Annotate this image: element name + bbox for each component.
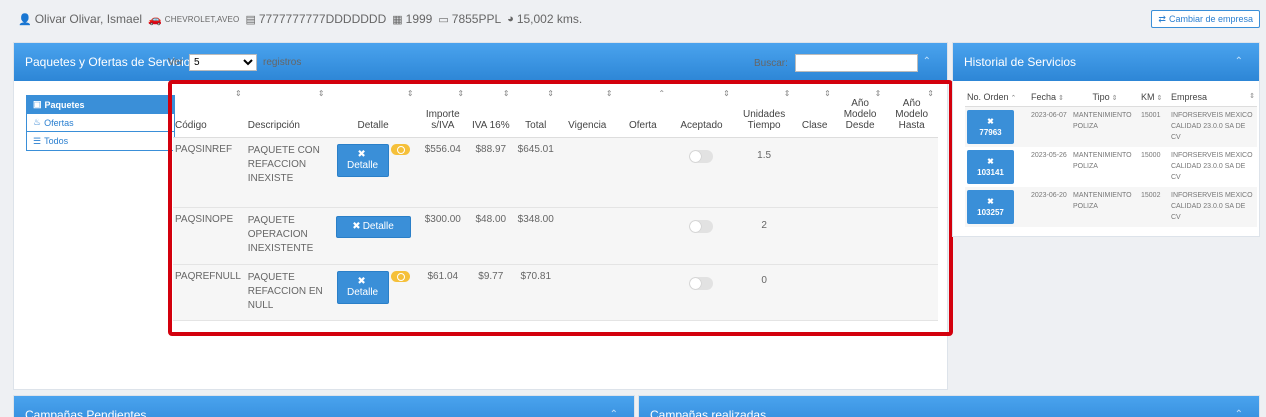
hist-cell-empresa: INFORSERVEIS MEXICO CALIDAD 23.0.0 SA DE… [1171, 192, 1253, 221]
hist-col-tipo[interactable]: Tipo ⇕ [1071, 88, 1139, 107]
hist-cell-km: 15000 [1141, 152, 1161, 159]
hist-cell-fecha: 2023-06-07 [1031, 112, 1067, 119]
change-company-button[interactable]: ⇄ Cambiar de empresa [1151, 10, 1260, 28]
calendar-icon: ▦ [392, 13, 403, 26]
chevron-up-icon[interactable]: ⌃ [1235, 56, 1243, 67]
history-panel-header: Historial de Servicios ⌃ [953, 43, 1259, 81]
hist-cell-km: 15001 [1141, 112, 1161, 119]
cubes-icon: ▣ [33, 99, 42, 109]
hist-col-fecha[interactable]: Fecha ⇕ [1029, 88, 1071, 107]
nav-ofertas[interactable]: ♨ Ofertas [27, 114, 174, 132]
vehicle-model: CHEVROLET,AVEO [164, 14, 240, 24]
order-button[interactable]: ✖ 103141 [967, 150, 1014, 184]
license-plate: 7855PPL [451, 12, 502, 26]
car-icon: 🚗 [148, 13, 162, 26]
hist-cell-tipo: MANTENIMIENTO POLIZA [1073, 152, 1132, 170]
nav-todos[interactable]: ☰ Todos [27, 132, 174, 150]
order-button[interactable]: ✖ 103257 [967, 190, 1014, 224]
search-control: Buscar: [754, 54, 918, 72]
list-icon: ☰ [33, 135, 42, 146]
hist-col-empresa[interactable]: Empresa ⇕ [1169, 88, 1257, 107]
completed-campaigns-panel: Campañas realizadas ⌃ [638, 395, 1260, 417]
mileage: 15,002 kms. [516, 12, 583, 26]
ver-label: Ver [168, 57, 184, 68]
tools-icon: ✖ [987, 157, 994, 166]
shuffle-icon: ⇄ [1158, 13, 1166, 24]
sort-icon: ⇕ [1249, 93, 1255, 100]
plate-icon: ▭ [438, 13, 449, 26]
history-row: ✖ 103141 2023-05-26 MANTENIMIENTO POLIZA … [965, 147, 1257, 187]
history-row: ✖ 77963 2023-06-07 MANTENIMIENTO POLIZA 1… [965, 106, 1257, 147]
user-icon: 👤 [18, 13, 32, 26]
vin-number: 7777777777DDDDDDD [258, 12, 387, 26]
table-highlight-frame [168, 80, 953, 336]
tools-icon: ✖ [987, 197, 994, 206]
hist-col-km[interactable]: KM ⇕ [1139, 88, 1169, 107]
sort-icon: ⇕ [1058, 95, 1064, 102]
id-card-icon: ▤ [245, 13, 256, 26]
package-filter-nav: ▣ Paquetes ♨ Ofertas ☰ Todos [26, 95, 175, 151]
order-button[interactable]: ✖ 77963 [967, 110, 1014, 144]
hist-cell-fecha: 2023-06-20 [1031, 192, 1067, 199]
customer-name: Olivar Olivar, Ismael [34, 12, 143, 26]
hist-cell-fecha: 2023-05-26 [1031, 152, 1067, 159]
pending-campaigns-title: Campañas Pendientes [25, 408, 147, 417]
sort-icon: ⇕ [1156, 95, 1163, 102]
history-row: ✖ 103257 2023-06-20 MANTENIMIENTO POLIZA … [965, 187, 1257, 227]
registros-label: registros [263, 57, 302, 68]
tools-icon: ✖ [987, 117, 994, 126]
search-input[interactable] [794, 54, 918, 72]
hist-cell-tipo: MANTENIMIENTO POLIZA [1073, 112, 1132, 130]
chevron-up-icon[interactable]: ⌃ [923, 56, 931, 67]
chevron-up-icon[interactable]: ⌃ [1235, 409, 1243, 417]
search-label: Buscar: [754, 57, 788, 69]
vehicle-year: 1999 [405, 12, 433, 26]
vehicle-info-bar: 👤 Olivar Olivar, Ismael 🚗 CHEVROLET,AVEO ▤… [0, 0, 1266, 38]
hist-cell-empresa: INFORSERVEIS MEXICO CALIDAD 23.0.0 SA DE… [1171, 152, 1253, 181]
hist-cell-tipo: MANTENIMIENTO POLIZA [1073, 192, 1132, 210]
history-panel-title: Historial de Servicios [964, 55, 1077, 69]
page-size-select[interactable]: 5 [189, 54, 258, 71]
sort-icon: ⇕ [1111, 95, 1118, 102]
chevron-up-icon[interactable]: ⌃ [610, 409, 618, 417]
hist-cell-km: 15002 [1141, 192, 1161, 199]
hist-cell-empresa: INFORSERVEIS MEXICO CALIDAD 23.0.0 SA DE… [1171, 112, 1253, 141]
pending-campaigns-panel: Campañas Pendientes ⌃ [13, 395, 635, 417]
page-size-control: Ver 5 registros [168, 54, 301, 71]
nav-paquetes[interactable]: ▣ Paquetes [27, 96, 174, 114]
sort-icon: ⌃ [1010, 95, 1017, 102]
hist-col-orden[interactable]: No. Orden ⌃ [965, 88, 1029, 107]
completed-campaigns-title: Campañas realizadas [650, 408, 767, 417]
speedometer-icon: ◕ [507, 13, 514, 25]
history-table: No. Orden ⌃ Fecha ⇕ Tipo ⇕ KM ⇕ Empresa ⇕ ✖ 77… [965, 88, 1257, 227]
bell-icon: ♨ [33, 117, 42, 127]
pending-campaigns-header: Campañas Pendientes ⌃ [14, 396, 634, 417]
completed-campaigns-header: Campañas realizadas ⌃ [639, 396, 1259, 417]
